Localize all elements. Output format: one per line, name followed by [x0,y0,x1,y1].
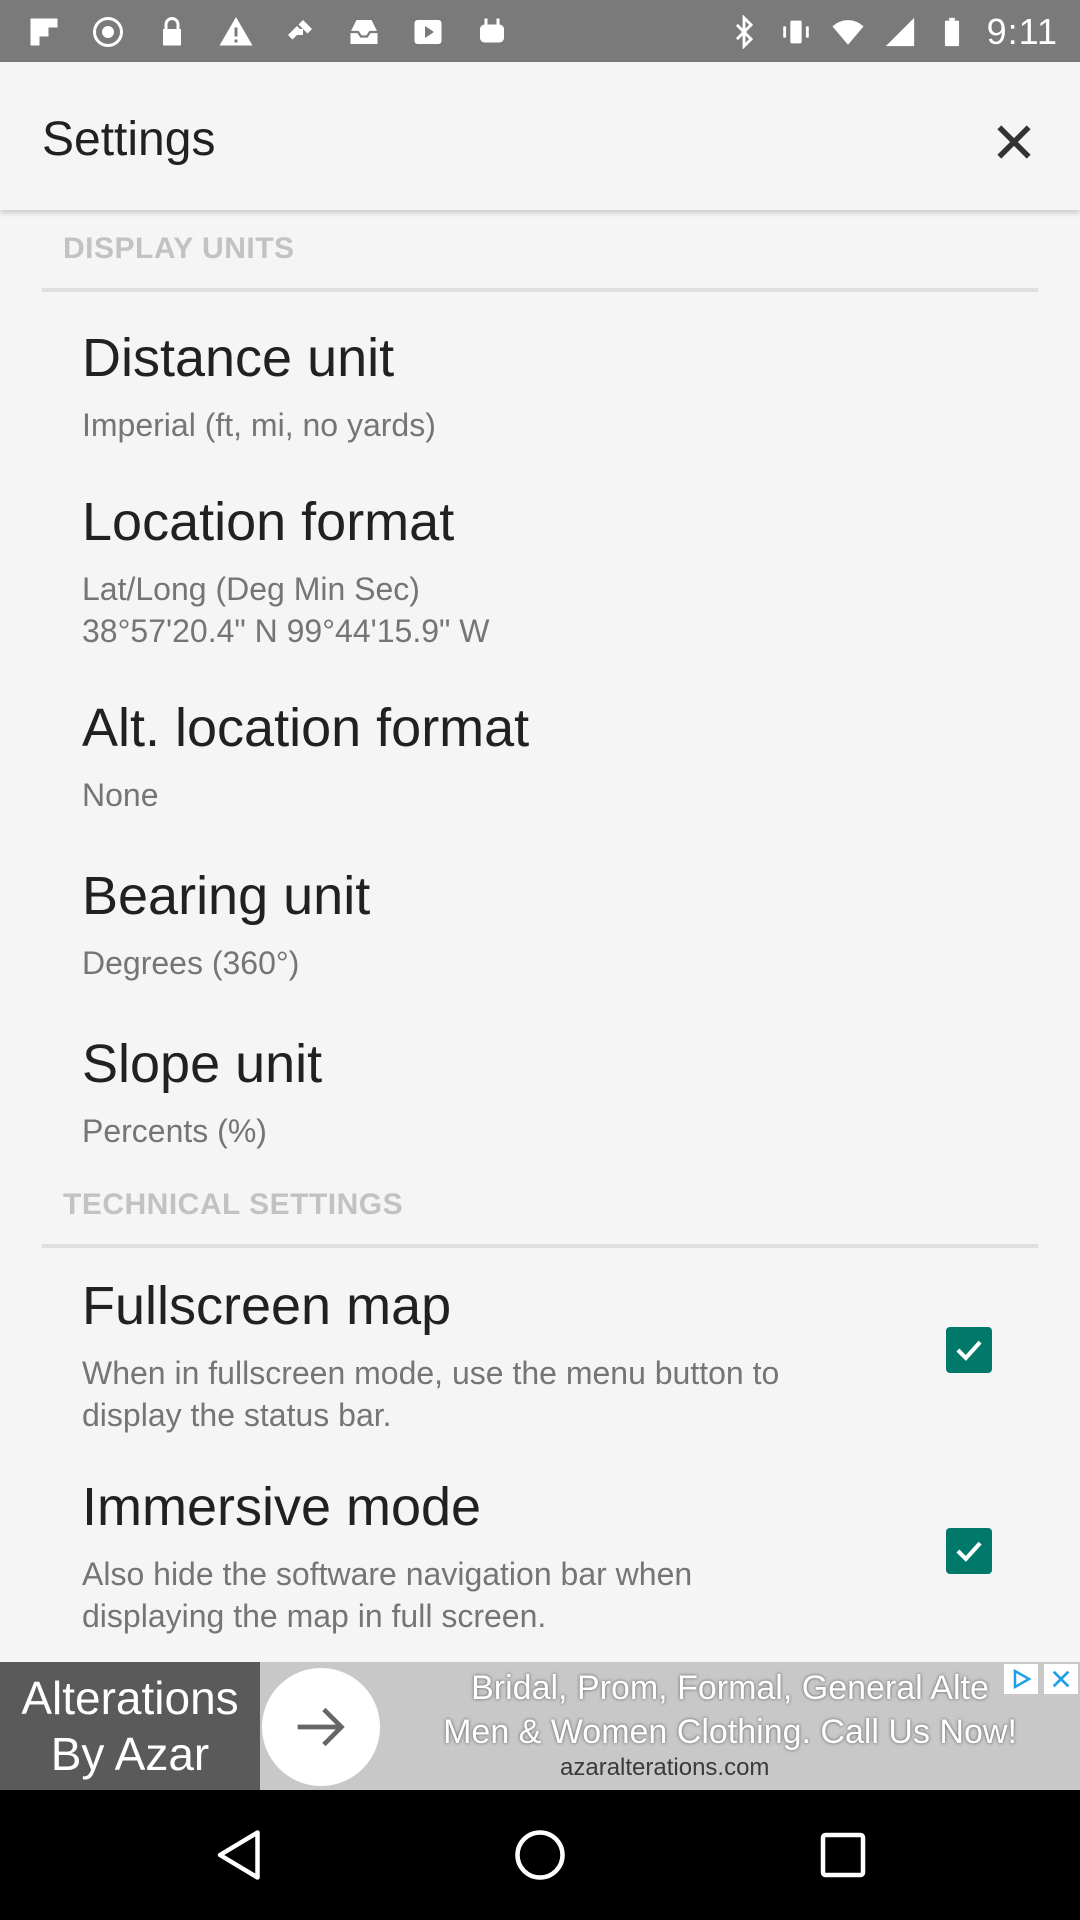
immersive-mode-checkbox[interactable] [946,1528,992,1574]
section-divider [42,288,1038,292]
ad-arrow-button[interactable] [262,1668,380,1786]
pref-summary-line: Degrees (360°) [82,945,300,981]
wifi-icon [832,20,864,45]
ad-choices-icon [1013,1668,1032,1690]
pref-title: Fullscreen map [82,1276,452,1336]
close-button[interactable] [978,106,1050,178]
recents-button[interactable] [803,1815,883,1895]
signal-icon [885,17,914,47]
section-header-technical-settings: TECHNICAL SETTINGS [63,1188,404,1221]
video-icon [408,12,448,52]
flipboard-icon [24,12,64,52]
pref-summary: When in fullscreen mode, use the menu bu… [82,1352,882,1436]
page-title: Settings [42,113,216,166]
inbox-icon [344,12,384,52]
vibrate-icon [782,20,809,44]
pref-summary-line: display the status bar. [82,1397,392,1433]
back-icon [217,1830,260,1880]
settings-list[interactable]: DISPLAY UNITS Distance unit Imperial (ft… [0,210,1080,1662]
pref-summary: Degrees (360°) [82,942,882,984]
bluetooth-icon [735,15,753,49]
pref-title: Slope unit [82,1034,323,1094]
arrow-right-icon [297,1707,345,1747]
app-bar: Settings [0,62,1080,210]
status-bar: 9:11 [0,0,1080,62]
ad-choices-button[interactable] [1004,1664,1038,1694]
pref-summary: Imperial (ft, mi, no yards) [82,404,882,446]
ad-text: Bridal, Prom, Formal, General Alte Men &… [400,1666,1060,1754]
pref-immersive-mode[interactable]: Immersive mode Also hide the software na… [82,1475,882,1637]
navigation-bar [0,1790,1080,1920]
android-icon [472,12,512,52]
ad-close-button[interactable] [1044,1664,1078,1694]
check-icon [956,1541,982,1562]
close-icon [1052,1670,1070,1688]
lock-icon [152,12,192,52]
pref-summary-line: Imperial (ft, mi, no yards) [82,407,436,443]
pref-summary-line: 38°57'20.4" N 99°44'15.9" W [82,613,490,649]
notification-icons [24,12,512,52]
pref-fullscreen-map[interactable]: Fullscreen map When in fullscreen mode, … [82,1274,882,1436]
pref-title: Immersive mode [82,1477,482,1537]
clock: 9:11 [986,11,1058,52]
ad-text-line: Bridal, Prom, Formal, General Alte [471,1669,989,1707]
pref-title: Distance unit [82,328,395,388]
section-divider [42,1244,1038,1248]
ad-brand-line: Alterations [21,1672,239,1724]
pref-summary-line: When in fullscreen mode, use the menu bu… [82,1355,780,1391]
warning-icon [216,12,256,52]
pref-alt-location-format[interactable]: Alt. location format None [82,696,882,816]
pref-summary: None [82,774,882,816]
close-icon [997,125,1031,159]
ad-url: azaralterations.com [560,1754,770,1781]
pref-summary-line: displaying the map in full screen. [82,1598,547,1634]
system-status-icons: 9:11 [727,10,1058,54]
pref-title: Alt. location format [82,698,530,758]
ad-banner[interactable]: Alterations By Azar Bridal, Prom, Formal… [0,1662,1080,1790]
ad-brand: Alterations By Azar [0,1662,260,1790]
pref-summary-line: Percents (%) [82,1113,267,1149]
pref-title: Bearing unit [82,866,371,926]
check-icon [956,1340,982,1361]
recents-icon [820,1832,866,1878]
pref-summary: Percents (%) [82,1110,882,1152]
pref-title: Location format [82,492,455,552]
pref-summary: Lat/Long (Deg Min Sec) 38°57'20.4" N 99°… [82,568,882,652]
pref-slope-unit[interactable]: Slope unit Percents (%) [82,1032,882,1152]
pref-summary-line: Also hide the software navigation bar wh… [82,1556,693,1592]
pref-distance-unit[interactable]: Distance unit Imperial (ft, mi, no yards… [82,326,882,446]
back-button[interactable] [200,1815,280,1895]
pref-bearing-unit[interactable]: Bearing unit Degrees (360°) [82,864,882,984]
battery-icon [944,17,959,47]
pref-location-format[interactable]: Location format Lat/Long (Deg Min Sec) 3… [82,490,882,652]
fullscreen-map-checkbox[interactable] [946,1327,992,1373]
section-header-display-units: DISPLAY UNITS [63,232,295,265]
home-icon [515,1830,565,1880]
ad-text-line: Men & Women Clothing. Call Us Now! [443,1713,1017,1751]
ad-brand-line: By Azar [50,1728,210,1780]
pref-summary-line: None [82,777,159,813]
pref-summary: Also hide the software navigation bar wh… [82,1553,882,1637]
pref-summary-line: Lat/Long (Deg Min Sec) [82,571,420,607]
fake-gps-icon [280,12,320,52]
home-button[interactable] [500,1815,580,1895]
pocket-icon [88,12,128,52]
